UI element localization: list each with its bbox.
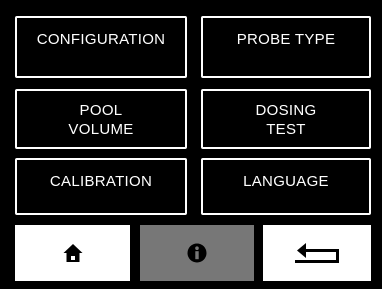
back-button[interactable] [263, 225, 371, 281]
probe-type-label: PROBE TYPE [236, 31, 336, 48]
pool-volume-label-line-1: POOL [79, 102, 123, 119]
configuration-label: CONFIGURATION [36, 31, 166, 48]
language-label: LANGUAGE [243, 173, 329, 190]
home-button[interactable] [15, 225, 130, 281]
calibration-button[interactable]: CALIBRATION [15, 158, 187, 215]
back-arrow-icon [295, 243, 339, 263]
info-icon [187, 243, 207, 263]
language-button[interactable]: LANGUAGE [201, 158, 371, 215]
pool-volume-label-line-2: VOLUME [68, 121, 134, 138]
info-button[interactable] [140, 225, 254, 281]
probe-type-button[interactable]: PROBE TYPE [201, 16, 371, 78]
home-icon [63, 244, 82, 262]
pool-volume-button[interactable]: POOL VOLUME [15, 89, 187, 149]
dosing-test-label-line-1: DOSING [255, 102, 317, 119]
configuration-button[interactable]: CONFIGURATION [15, 16, 187, 78]
calibration-label: CALIBRATION [49, 173, 153, 190]
dosing-test-label-line-2: TEST [266, 121, 306, 138]
dosing-test-button[interactable]: DOSING TEST [201, 89, 371, 149]
